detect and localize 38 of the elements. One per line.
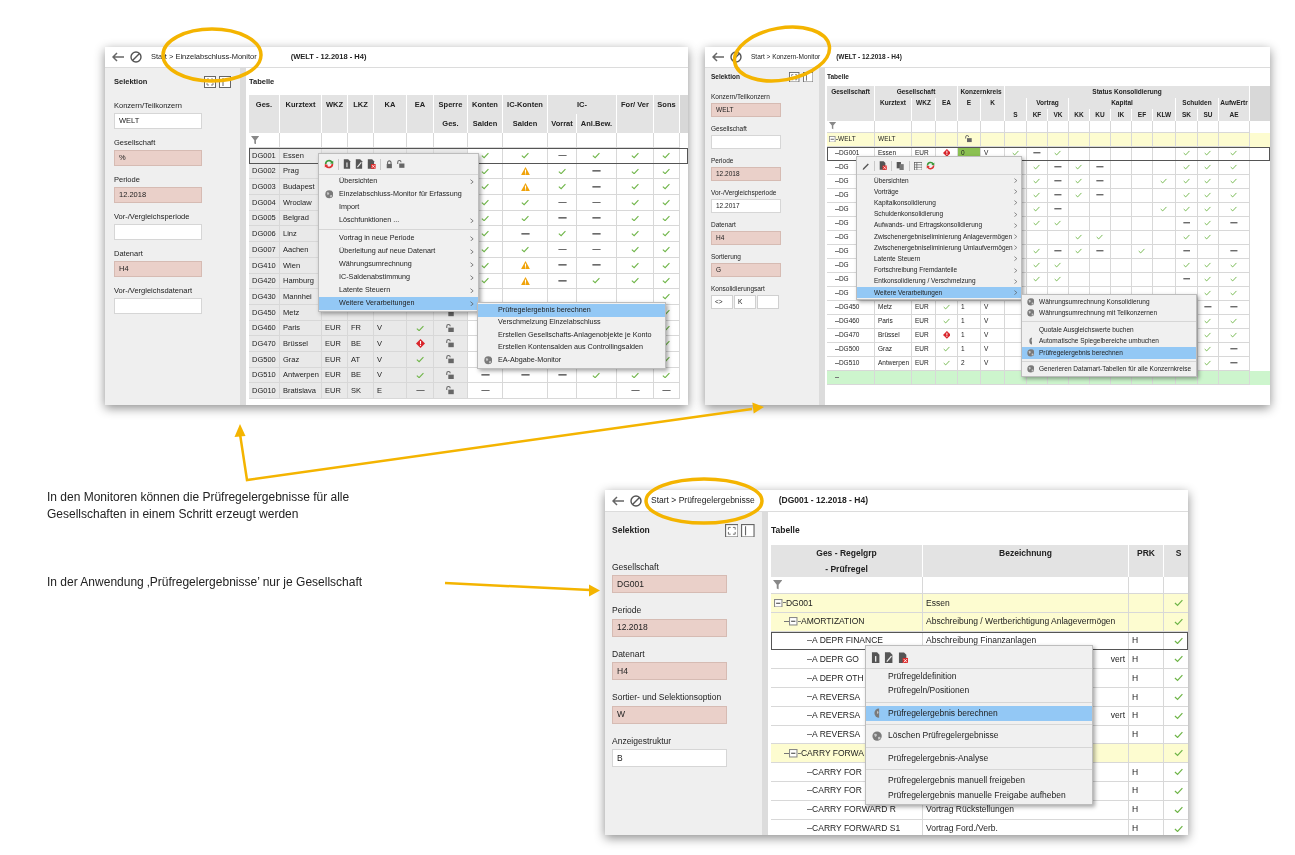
table-cell: H [1129,800,1164,820]
context-label: (DG001 - 12.2018 - H4) [778,494,868,507]
tree-label: AMORTIZATION [801,615,865,629]
tree-label: A DEPR FINANCE [812,634,883,647]
tree-label: CARRY FOR [812,765,862,779]
tree-label: A DEPR OTH [812,671,864,685]
section-title: Selektion [612,524,650,537]
field-label: Gesellschaft [612,561,660,573]
tree-label: CARRY FOR [812,784,862,798]
table-cell: H [1129,706,1164,726]
column-header: PRK [1129,545,1164,561]
column-header: S [1164,545,1188,561]
tree-label: CARRY FORWARD S1 [812,822,901,835]
field-label: Datenart [612,648,646,660]
tree-label: CARRY FORWARD R [812,803,896,817]
table-cell: Essen [923,594,1129,613]
section-title: Tabelle [771,524,800,537]
table-cell: H [1129,669,1164,688]
table-cell: Vortrag Ford./Verb. [923,819,1129,835]
field-label: Periode [612,604,643,617]
tree-label: A DEPR GO [812,652,859,666]
table-cell: H [1129,763,1164,782]
tree-label: A REVERSA [812,690,861,704]
table-cell: H [1129,781,1164,801]
table-cell: H [1129,688,1164,707]
field-label: Sortier- und Selektionsoption [612,691,723,704]
annotation-text: In der Anwendung ‚Prüfregelergebnisse’ nur je Gesellschaft [47,574,364,591]
table-cell: Abschreibung / Wertberichtigung Anlagevermögen [923,612,1129,632]
table-cell: H [1129,819,1164,835]
tree-label: A REVERSA [812,709,861,723]
column-header: - Prüfregel [771,561,923,577]
field-label: Anzeigestruktur [612,735,673,747]
column-header: Bezeichnung [923,545,1129,561]
column-header: Ges - Regelgrp [771,545,923,561]
tree-label: CARRY FORWA [801,746,864,760]
tree-label: A REVERSA [812,728,861,741]
annotation-text: In den Monitoren können die Prüfregelergebnisse für alle Gesellschaften in einem Schritt erzeugt werden [47,489,351,523]
tree-label: DG001 [785,596,813,610]
